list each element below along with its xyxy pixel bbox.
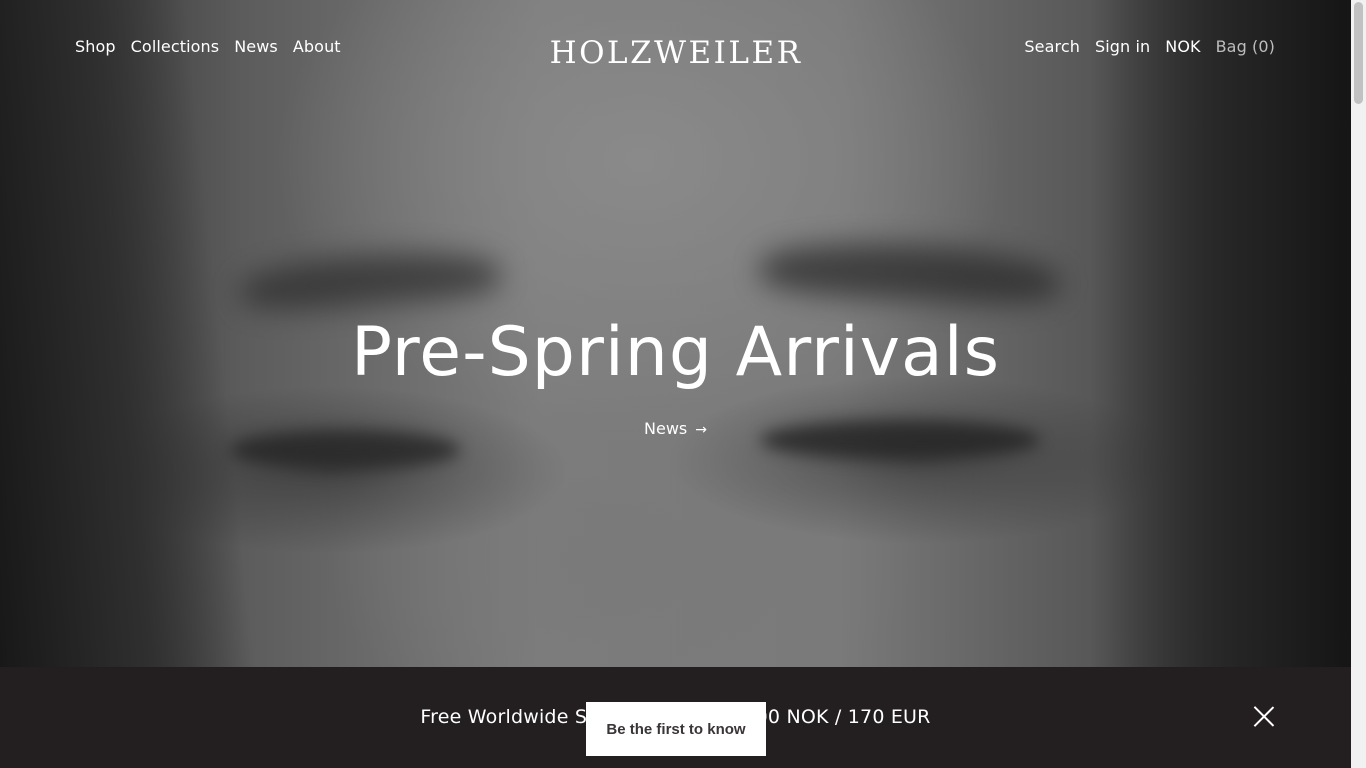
hero-photo-brow-right [758,237,1062,308]
bag-link[interactable]: Bag (0) [1216,36,1275,58]
sign-in-link[interactable]: Sign in [1095,36,1150,58]
scrollbar-thumb[interactable] [1354,2,1363,104]
nav-collections-link[interactable]: Collections [131,36,220,58]
search-link[interactable]: Search [1024,36,1080,58]
hero-title: Pre-Spring Arrivals [350,313,1001,392]
hero-news-link[interactable]: News → [0,418,1351,441]
close-icon[interactable] [1253,706,1274,727]
hero-news-link-label[interactable]: News [644,419,687,438]
page-scrollbar[interactable] [1351,0,1366,768]
currency-selector[interactable]: NOK [1165,36,1200,58]
primary-nav: Shop Collections News About [75,36,341,58]
nav-shop-link[interactable]: Shop [75,36,116,58]
newsletter-signup-button[interactable]: Be the first to know [586,702,766,756]
arrow-right-icon: → [695,422,707,438]
utility-nav: Search Sign in NOK Bag (0) [1024,36,1275,58]
hero-photo-brow-left [238,245,502,315]
nav-news-link[interactable]: News [234,36,278,58]
site-logo[interactable]: HOLZWEILER [539,34,813,72]
nav-about-link[interactable]: About [293,36,341,58]
